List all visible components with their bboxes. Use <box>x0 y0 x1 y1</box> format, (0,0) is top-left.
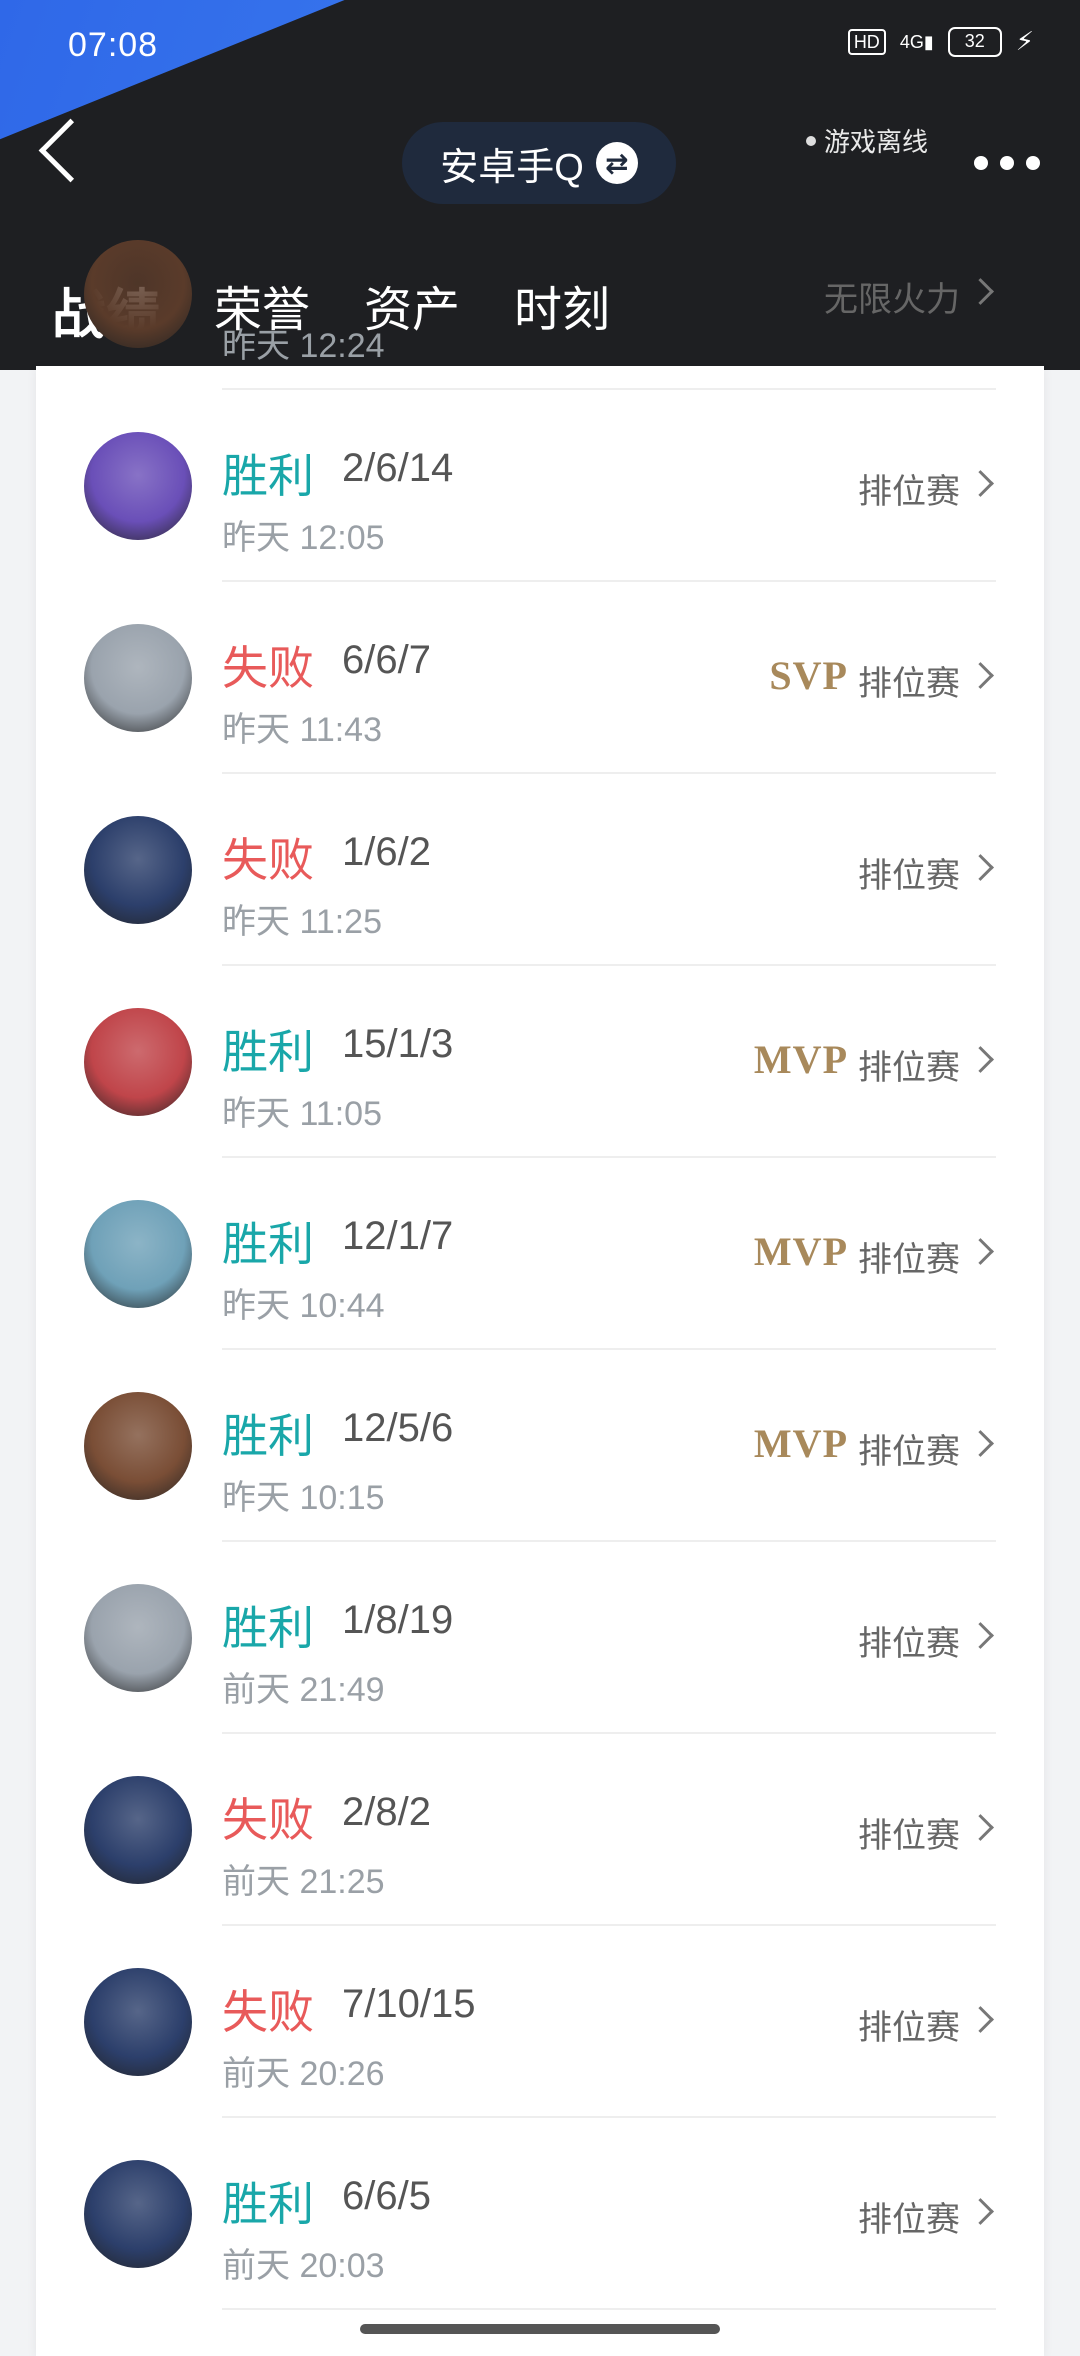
match-kda: 2/8/2 <box>342 1790 431 1834</box>
match-result: 胜利 <box>222 450 314 502</box>
match-row[interactable]: 失败 2/8/2 前天 21:25 排位赛 <box>36 1734 1044 1926</box>
match-time: 昨天 12:05 <box>222 519 385 557</box>
match-kda: 1/6/2 <box>342 830 431 874</box>
match-badge: MVP <box>753 1229 848 1274</box>
hero-avatar <box>84 816 192 924</box>
match-kda: 2/6/14 <box>342 446 454 490</box>
match-result: 胜利 <box>222 1602 314 1654</box>
hero-avatar <box>84 624 192 732</box>
match-row[interactable]: 胜利 12/1/7 昨天 10:44 MVP 排位赛 <box>36 1158 1044 1350</box>
match-row[interactable]: 胜利 1/8/19 前天 21:49 排位赛 <box>36 1542 1044 1734</box>
match-kda: 1/8/19 <box>342 1598 454 1642</box>
hero-avatar <box>84 1968 192 2076</box>
match-kda: 12/1/7 <box>342 1214 454 1258</box>
match-time: 昨天 11:43 <box>222 711 383 749</box>
match-badge: MVP <box>753 1421 848 1466</box>
match-mode: 排位赛 <box>858 1241 960 1279</box>
chevron-right-icon <box>967 470 994 497</box>
match-mode: 排位赛 <box>858 2009 960 2047</box>
match-mode: 排位赛 <box>858 1817 960 1855</box>
charging-icon: ⚡ <box>1015 26 1034 56</box>
chevron-right-icon <box>967 1430 994 1457</box>
match-row[interactable]: 失败 6/6/7 昨天 11:43 SVP 排位赛 <box>36 582 1044 774</box>
match-mode: 排位赛 <box>858 2201 960 2239</box>
hero-avatar <box>84 1584 192 1692</box>
match-result: 失败 <box>222 834 314 886</box>
status-time: 07:08 <box>68 26 159 64</box>
match-mode: 无限火力 <box>824 281 960 319</box>
match-kda: 6/6/7 <box>342 638 431 682</box>
hero-avatar <box>84 240 192 348</box>
hero-avatar <box>84 1200 192 1308</box>
divider <box>222 2308 996 2310</box>
more-icon[interactable] <box>974 156 1040 170</box>
chevron-right-icon <box>967 662 994 689</box>
chevron-right-icon <box>967 1814 994 1841</box>
hero-avatar <box>84 432 192 540</box>
match-mode: 排位赛 <box>858 857 960 895</box>
match-kda: 6/6/5 <box>342 2174 431 2218</box>
match-result: 失败 <box>222 1794 314 1846</box>
signal-icon: 4G▮ <box>899 31 934 52</box>
match-row[interactable]: 昨天 12:24 无限火力 <box>36 198 1044 390</box>
home-indicator <box>360 2324 720 2334</box>
match-result: 胜利 <box>222 2178 314 2230</box>
account-switch-button[interactable]: 安卓手Q ⇄ <box>402 122 676 204</box>
match-time: 昨天 11:05 <box>222 1095 383 1133</box>
chevron-right-icon <box>967 1238 994 1265</box>
offline-status: 游戏离线 <box>806 122 928 159</box>
chevron-right-icon <box>967 1622 994 1649</box>
match-row[interactable]: 胜利 15/1/3 昨天 11:05 MVP 排位赛 <box>36 966 1044 1158</box>
hd-icon: HD <box>847 28 886 55</box>
offline-dot-icon <box>806 135 816 146</box>
chevron-right-icon <box>967 278 994 305</box>
swap-icon: ⇄ <box>595 142 638 184</box>
battery-icon: 32 <box>947 26 1002 57</box>
match-time: 前天 21:25 <box>222 1863 385 1901</box>
hero-avatar <box>84 2160 192 2268</box>
match-badge: SVP <box>769 653 848 698</box>
match-result: 胜利 <box>222 1026 314 1078</box>
hero-avatar <box>84 1776 192 1884</box>
match-mode: 排位赛 <box>858 1049 960 1087</box>
match-mode: 排位赛 <box>858 665 960 703</box>
match-row[interactable]: 失败 7/10/15 前天 20:26 排位赛 <box>36 1926 1044 2118</box>
match-kda: 7/10/15 <box>342 1982 476 2026</box>
match-time: 昨天 10:15 <box>222 1479 385 1517</box>
match-result: 失败 <box>222 1986 314 2038</box>
match-result: 胜利 <box>222 1410 314 1462</box>
match-time: 昨天 11:25 <box>222 903 383 941</box>
match-list-card: 昨天 12:24 无限火力 胜利 2/6/14 昨天 12:05 排位赛 失败 … <box>36 240 1044 2356</box>
match-time: 昨天 10:44 <box>222 1287 385 1325</box>
chevron-right-icon <box>967 2006 994 2033</box>
match-result: 失败 <box>222 642 314 694</box>
match-mode: 排位赛 <box>858 1433 960 1471</box>
hero-avatar <box>84 1392 192 1500</box>
offline-text: 游戏离线 <box>824 127 929 157</box>
hero-avatar <box>84 1008 192 1116</box>
chevron-right-icon <box>967 1046 994 1073</box>
match-list: 昨天 12:24 无限火力 胜利 2/6/14 昨天 12:05 排位赛 失败 … <box>36 198 1044 2310</box>
match-row[interactable]: 胜利 2/6/14 昨天 12:05 排位赛 <box>36 390 1044 582</box>
account-name: 安卓手Q <box>440 146 584 189</box>
match-badge: MVP <box>753 1037 848 1082</box>
match-kda: 12/5/6 <box>342 1406 454 1450</box>
match-mode: 排位赛 <box>858 473 960 511</box>
match-row[interactable]: 胜利 12/5/6 昨天 10:15 MVP 排位赛 <box>36 1350 1044 1542</box>
chevron-right-icon <box>967 854 994 881</box>
match-result: 胜利 <box>222 1218 314 1270</box>
match-row[interactable]: 失败 1/6/2 昨天 11:25 排位赛 <box>36 774 1044 966</box>
match-row[interactable]: 胜利 6/6/5 前天 20:03 排位赛 <box>36 2118 1044 2310</box>
match-time: 前天 21:49 <box>222 1671 385 1709</box>
match-kda: 15/1/3 <box>342 1022 454 1066</box>
match-mode: 排位赛 <box>858 1625 960 1663</box>
status-icons: HD 4G▮ 32 ⚡ <box>847 26 1034 57</box>
chevron-right-icon <box>967 2198 994 2225</box>
match-time: 前天 20:26 <box>222 2055 385 2093</box>
match-time: 昨天 12:24 <box>222 327 385 365</box>
match-time: 前天 20:03 <box>222 2247 385 2285</box>
